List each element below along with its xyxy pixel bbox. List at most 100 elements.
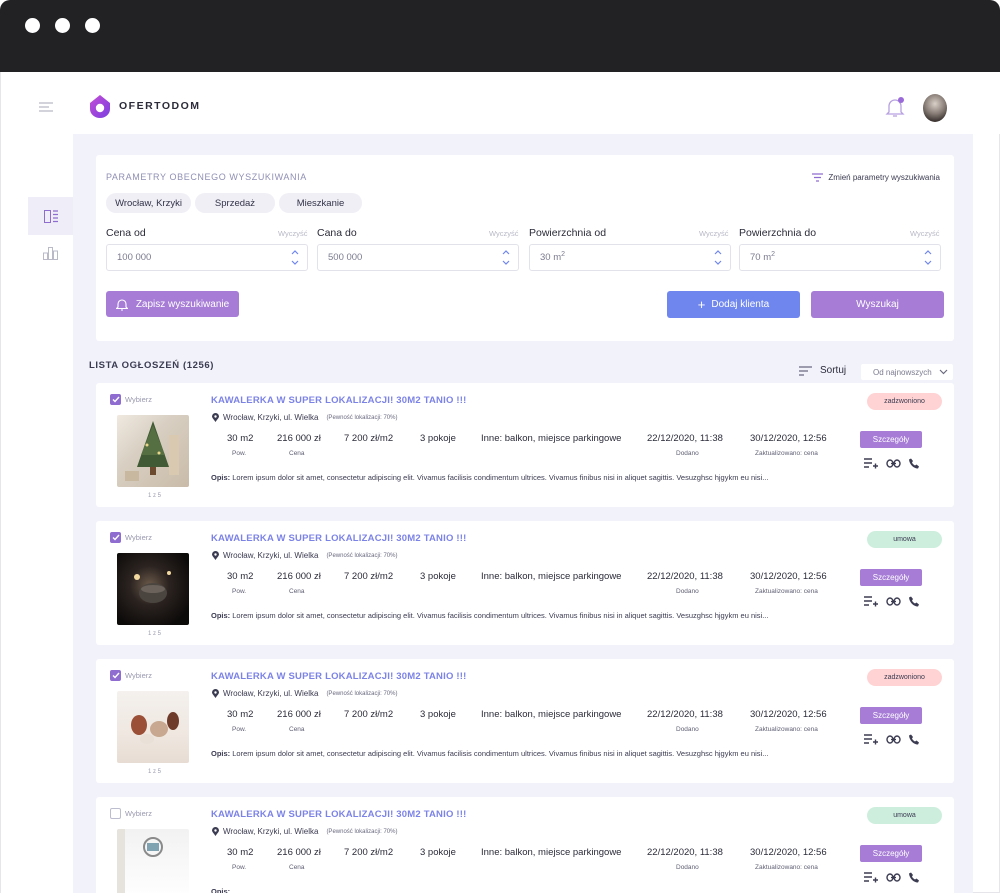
listing-photo[interactable] (117, 415, 189, 487)
listing-location: Wrocław, Krzyki, ul. Wielka (Pewność loka… (212, 827, 397, 836)
area-from-input[interactable]: 30 m2 (529, 244, 731, 271)
area-to-input[interactable]: 70 m2 (739, 244, 941, 271)
avatar[interactable] (923, 94, 947, 122)
details-button[interactable]: Szczegóły (860, 431, 922, 448)
add-client-button[interactable]: + Dodaj klienta (667, 291, 800, 318)
listing-title[interactable]: KAWALERKA W SUPER LOKALIZACJI! 30M2 TANI… (211, 395, 466, 406)
stepper[interactable] (714, 249, 722, 266)
phone-icon[interactable] (909, 458, 920, 469)
field-label-price-from: Cena od (106, 227, 146, 239)
menu-icon[interactable] (39, 99, 53, 117)
area-label: Pow. (232, 864, 247, 871)
sort-control[interactable]: Sortuj (799, 365, 846, 376)
add-to-list-icon[interactable] (864, 734, 878, 745)
details-button[interactable]: Szczegóły (860, 845, 922, 862)
chip-type[interactable]: Mieszkanie (279, 193, 362, 213)
clear-area-to[interactable]: Wyczyść (910, 229, 940, 238)
area-label: Pow. (232, 450, 247, 457)
desc-text: Lorem ipsum dolor sit amet, consectetur … (232, 473, 769, 482)
check-icon (112, 672, 120, 679)
change-params-link[interactable]: Zmień parametry wyszukiwania (812, 173, 940, 182)
desc-prefix: Opis: (211, 887, 231, 893)
status-badge[interactable]: zadzwoniono (867, 393, 942, 410)
add-to-list-icon[interactable] (864, 458, 878, 469)
updated-value: 30/12/2020, 12:56 (750, 433, 827, 444)
desc-prefix: Opis: (211, 749, 231, 758)
added-label: Dodano (676, 864, 699, 871)
link-icon[interactable] (886, 873, 901, 882)
window-dot[interactable] (55, 18, 70, 33)
price-to-input[interactable]: 500 000 (317, 244, 519, 271)
clear-price-from[interactable]: Wyczyść (278, 229, 308, 238)
map-pin-icon (212, 413, 219, 422)
chip-location[interactable]: Wrocław, Krzyki (106, 193, 191, 213)
stepper-icon (502, 250, 510, 265)
link-icon[interactable] (886, 459, 901, 468)
window-dot[interactable] (25, 18, 40, 33)
listing-photo[interactable] (117, 691, 189, 763)
phone-icon[interactable] (909, 734, 920, 745)
map-pin-icon (212, 827, 219, 836)
sidebar-item-buildings[interactable] (28, 234, 73, 272)
notification-bell[interactable] (885, 96, 905, 123)
area-label: Pow. (232, 726, 247, 733)
link-icon[interactable] (886, 735, 901, 744)
price-per-m-value: 7 200 zł/m2 (344, 433, 394, 444)
select-checkbox[interactable] (110, 670, 121, 681)
logo[interactable]: OFERTODOM (89, 94, 201, 118)
phone-icon[interactable] (909, 872, 920, 883)
listing-title[interactable]: KAWALERKA W SUPER LOKALIZACJI! 30M2 TANI… (211, 533, 466, 544)
add-to-list-icon[interactable] (864, 596, 878, 607)
listing-title[interactable]: KAWALERKA W SUPER LOKALIZACJI! 30M2 TANI… (211, 671, 466, 682)
stepper[interactable] (502, 249, 510, 266)
stepper[interactable] (291, 249, 299, 266)
updated-label: Zaktualizowano: cena (755, 450, 818, 457)
area-value: 30 m2 (227, 847, 254, 858)
save-search-button[interactable]: Zapisz wyszukiwanie (106, 291, 239, 317)
clear-price-to[interactable]: Wyczyść (489, 229, 519, 238)
price-label: Cena (289, 450, 305, 457)
details-button[interactable]: Szczegóły (860, 707, 922, 724)
price-per-m-value: 7 200 zł/m2 (344, 571, 394, 582)
link-icon[interactable] (886, 597, 901, 606)
window-dot[interactable] (85, 18, 100, 33)
area-value: 30 m2 (227, 571, 254, 582)
save-search-label: Zapisz wyszukiwanie (135, 298, 230, 310)
status-badge[interactable]: umowa (867, 531, 942, 548)
sort-label: Sortuj (820, 365, 847, 376)
price-value: 216 000 zł (277, 571, 321, 582)
bell-icon (115, 298, 128, 311)
phone-icon[interactable] (909, 596, 920, 607)
status-badge[interactable]: zadzwoniono (867, 669, 942, 686)
map-pin-icon (212, 689, 219, 698)
price-per-m-value: 7 200 zł/m2 (344, 709, 394, 720)
listing-description: Opis: Lorem ipsum dolor sit amet, consec… (211, 611, 768, 620)
updated-label: Zaktualizowano: cena (755, 588, 818, 595)
add-to-list-icon[interactable] (864, 872, 878, 883)
top-bar: OFERTODOM (73, 72, 1000, 134)
sort-select[interactable]: Od najnowszych (861, 364, 953, 380)
listing-photo[interactable] (117, 553, 189, 625)
select-checkbox[interactable] (110, 532, 121, 543)
window-titlebar (0, 0, 1000, 72)
details-button[interactable]: Szczegóły (860, 569, 922, 586)
listing-title[interactable]: KAWALERKA W SUPER LOKALIZACJI! 30M2 TANI… (211, 809, 466, 820)
select-checkbox[interactable] (110, 394, 121, 405)
updated-value: 30/12/2020, 12:56 (750, 709, 827, 720)
price-from-input[interactable]: 100 000 (106, 244, 308, 271)
added-label: Dodano (676, 450, 699, 457)
chip-transaction[interactable]: Sprzedaż (195, 193, 275, 213)
select-label: Wybierz (125, 533, 153, 542)
clear-area-from[interactable]: Wyczyść (699, 229, 729, 238)
select-checkbox[interactable] (110, 808, 121, 819)
sidebar-item-listings[interactable] (28, 197, 73, 235)
location-confidence: (Pewność lokalizacji: 70%) (326, 690, 398, 697)
listing-photo[interactable] (117, 829, 189, 893)
search-button[interactable]: Wyszukaj (811, 291, 944, 318)
filter-icon (812, 173, 824, 182)
status-badge[interactable]: umowa (867, 807, 942, 824)
stepper[interactable] (924, 249, 932, 266)
location-text: Wrocław, Krzyki, ul. Wielka (223, 689, 319, 698)
photo-count: 1 z 5 (148, 631, 162, 637)
other-value: Inne: balkon, miejsce parkingowe (481, 709, 622, 720)
